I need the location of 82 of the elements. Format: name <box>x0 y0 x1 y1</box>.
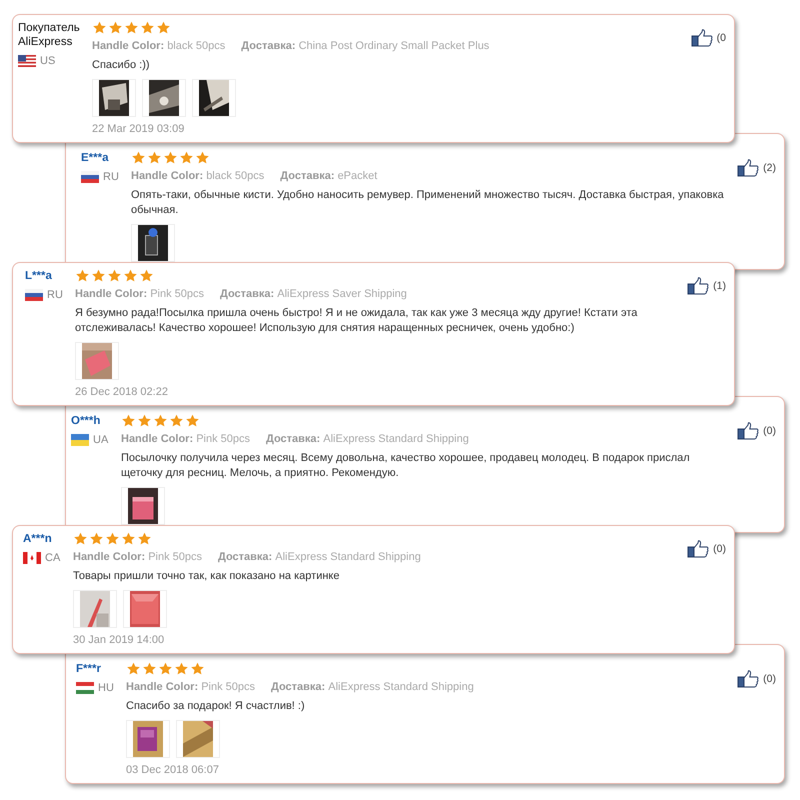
review-text: Опять-таки, обычные кисти. Удобно наносить ремувер. Применений множество тысяч. Доставка быстрая, упаковка обычная. <box>131 188 725 218</box>
review-text: Я безумно рада!Посылка пришла очень быстро! Я и не ожидала, так как уже 3 месяца жду другие! Кстати эта отслеживалась! Качество хорошее! Использую для снятия наращенных ресничек, очень удобно:) <box>75 306 638 336</box>
star-icon <box>137 532 152 545</box>
country-code: US <box>40 55 56 67</box>
star-icon <box>131 151 146 164</box>
thumbs-up-icon[interactable] <box>687 540 710 558</box>
star-icon <box>121 414 136 427</box>
star-icon <box>126 662 141 675</box>
star-icon <box>153 414 168 427</box>
star-icon <box>195 151 210 164</box>
country-code: UA <box>93 434 108 446</box>
review-text: Товары пришли точно так, как показано на картинке <box>73 569 340 584</box>
country-code: RU <box>103 171 119 183</box>
star-icon <box>92 21 107 34</box>
flag-icon <box>18 55 36 67</box>
star-icon <box>73 532 88 545</box>
country-code: CA <box>45 552 60 564</box>
delivery-spec: Доставка: China Post Ordinary Small Packet Plus <box>241 40 490 52</box>
reviewer-name[interactable]: E***a <box>81 151 123 165</box>
star-icon <box>139 269 154 282</box>
thumbs-up-icon[interactable] <box>737 422 760 440</box>
star-icon <box>140 21 155 34</box>
country-code: RU <box>47 289 63 301</box>
flag-icon <box>23 552 41 564</box>
reviewer-name[interactable]: Покупатель AliExpress <box>18 21 84 49</box>
color-spec: Handle Color: black 50pcs <box>131 170 264 182</box>
star-icon <box>147 151 162 164</box>
color-spec: Handle Color: Pink 50pcs <box>75 288 204 300</box>
star-icon <box>89 532 104 545</box>
flag-icon <box>76 682 94 694</box>
like-count: (0) <box>713 543 726 555</box>
star-icon <box>121 532 136 545</box>
star-icon <box>124 21 139 34</box>
star-icon <box>163 151 178 164</box>
reviewer-name[interactable]: F***r <box>76 662 118 676</box>
delivery-spec: Доставка: AliExpress Standard Shipping <box>271 681 474 693</box>
flag-icon <box>71 434 89 446</box>
country-code: HU <box>98 682 114 694</box>
like-count: (0) <box>763 425 776 437</box>
review-date: 26 Dec 2018 02:22 <box>75 386 169 398</box>
delivery-spec: Доставка: AliExpress Standard Shipping <box>218 551 421 563</box>
star-icon <box>174 662 189 675</box>
review-date: 22 Mar 2019 03:09 <box>92 123 186 135</box>
star-icon <box>142 662 157 675</box>
flag-icon <box>81 171 99 183</box>
star-icon <box>156 21 171 34</box>
reviewer-name[interactable]: A***n <box>23 532 65 546</box>
like-count: (0 <box>716 32 726 44</box>
star-icon <box>185 414 200 427</box>
star-icon <box>123 269 138 282</box>
star-icon <box>190 662 205 675</box>
star-icon <box>179 151 194 164</box>
color-spec: Handle Color: Pink 50pcs <box>73 551 202 563</box>
star-icon <box>108 21 123 34</box>
like-count: (0) <box>763 673 776 685</box>
star-icon <box>137 414 152 427</box>
review-text: Спасибо за подарок! Я счастлив! :) <box>126 699 306 714</box>
star-icon <box>75 269 90 282</box>
thumbs-up-icon[interactable] <box>737 159 760 177</box>
thumbs-up-icon[interactable] <box>737 670 760 688</box>
color-spec: Handle Color: Pink 50pcs <box>121 433 250 445</box>
thumbs-up-icon[interactable] <box>687 277 710 295</box>
color-spec: Handle Color: black 50pcs <box>92 40 226 52</box>
reviewer-name[interactable]: L***a <box>25 269 67 283</box>
flag-icon <box>25 289 43 301</box>
review-text: Посылочку получила через месяц. Всему довольна, качество хорошее, продавец молодец. В подарок прислал щеточку для ресниц. Мелочь, а приятно. Рекомендую. <box>121 451 691 481</box>
star-icon <box>91 269 106 282</box>
delivery-spec: Доставка: AliExpress Saver Shipping <box>220 288 407 300</box>
color-spec: Handle Color: Pink 50pcs <box>126 681 255 693</box>
star-icon <box>107 269 122 282</box>
review-text: Спасибо :)) <box>92 58 151 73</box>
star-icon <box>105 532 120 545</box>
delivery-spec: Доставка: AliExpress Standard Shipping <box>266 433 469 445</box>
like-count: (2) <box>763 162 776 174</box>
delivery-spec: Доставка: ePacket <box>280 170 378 182</box>
reviewer-name[interactable]: O***h <box>71 414 113 428</box>
star-icon <box>169 414 184 427</box>
thumbs-up-icon[interactable] <box>690 29 713 47</box>
star-icon <box>158 662 173 675</box>
like-count: (1) <box>713 280 726 292</box>
review-date: 03 Dec 2018 06:07 <box>126 764 220 776</box>
review-date: 30 Jan 2019 14:00 <box>73 634 166 646</box>
